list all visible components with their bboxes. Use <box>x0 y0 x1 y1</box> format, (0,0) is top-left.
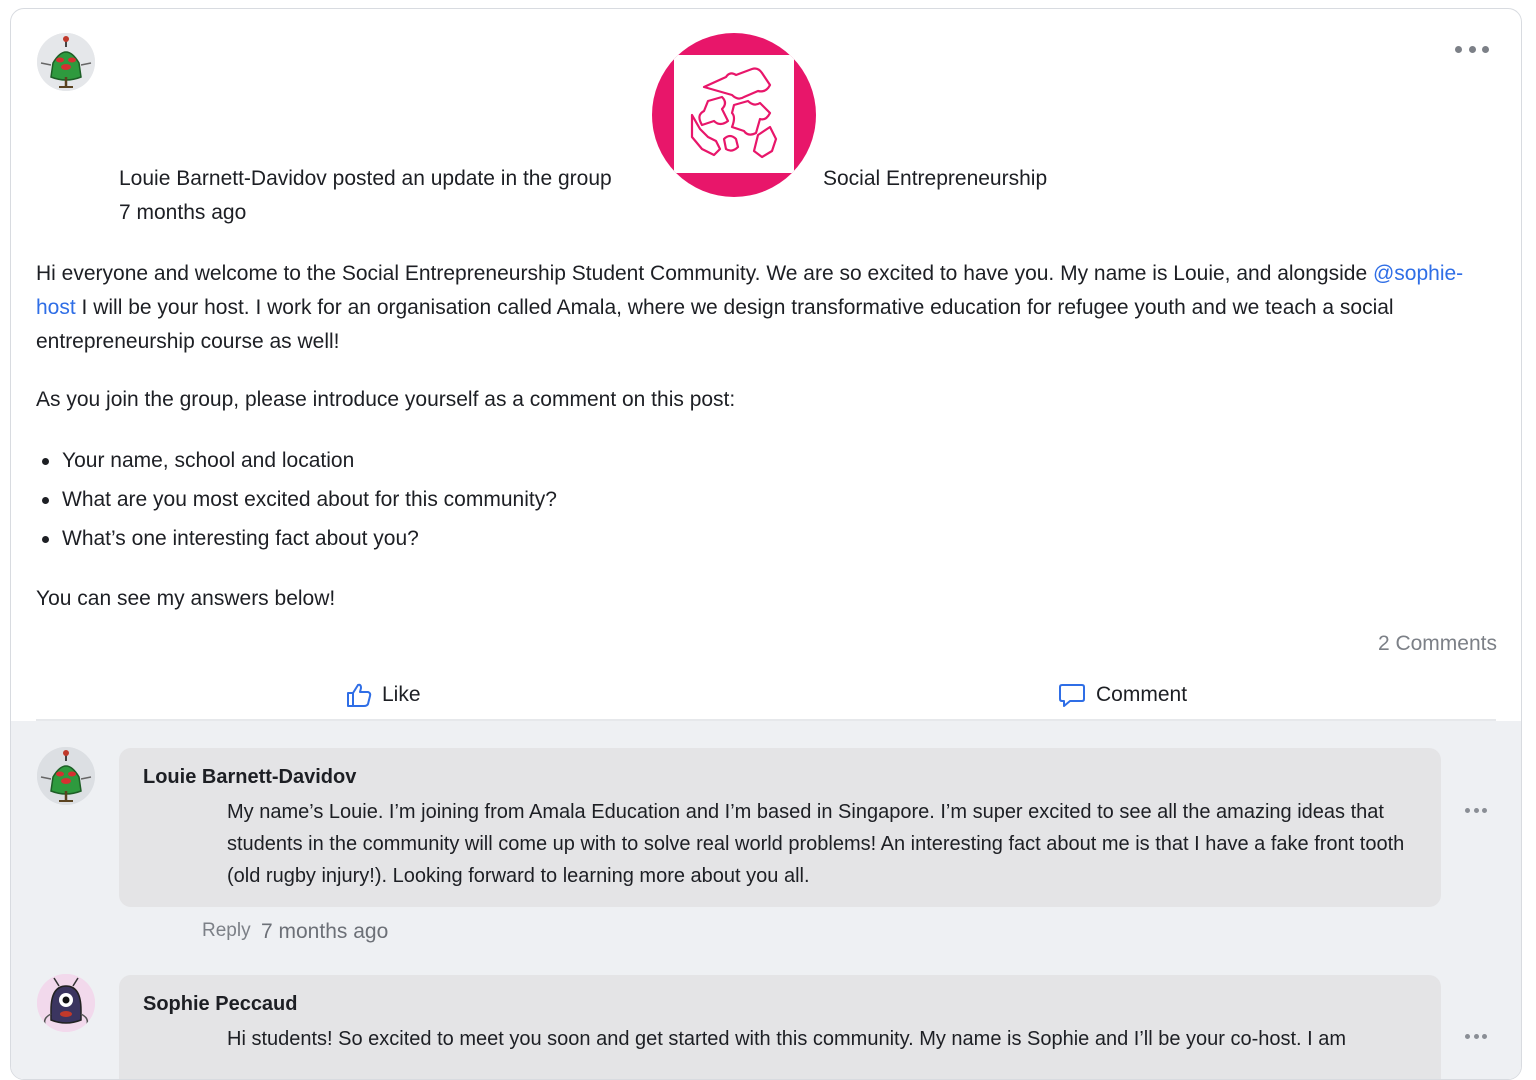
post-author-name[interactable]: Louie Barnett-Davidov <box>119 167 327 190</box>
comment-bubble-icon <box>1059 684 1085 707</box>
comment-text: Hi students! So excited to meet you soon… <box>227 1028 1347 1050</box>
like-label: Like <box>382 683 421 706</box>
post-paragraph: You can see my answers below! <box>36 587 336 610</box>
commenter-avatar[interactable] <box>37 974 95 1032</box>
dot <box>1473 807 1479 813</box>
reply-button[interactable]: Reply <box>202 920 251 942</box>
comment-button[interactable]: Comment <box>1058 677 1187 713</box>
dot <box>1468 45 1476 53</box>
post-more-options[interactable] <box>1455 41 1489 57</box>
comment-author[interactable]: Louie Barnett-Davidov <box>143 766 356 789</box>
puzzle-hands-icon <box>690 67 778 159</box>
dot <box>1482 1033 1487 1039</box>
like-button[interactable]: Like <box>346 677 421 713</box>
body-text-segment: Hi everyone and welcome to the Social En… <box>36 262 1373 285</box>
post-bullet-list: Your name, school and location What are … <box>36 441 1496 558</box>
post-paragraph: As you join the group, please introduce … <box>36 388 736 411</box>
post-header: Louie Barnett-Davidov posted an update i… <box>119 167 612 191</box>
body-text-segment: I will be your host. I work for an organ… <box>36 296 1394 353</box>
thumbs-up-icon <box>347 683 372 707</box>
dot <box>1473 1033 1479 1039</box>
comment-text: My name’s Louie. I’m joining from Amala … <box>227 801 1405 887</box>
dot <box>1465 1033 1470 1039</box>
group-logo-tile <box>674 55 794 173</box>
group-logo[interactable] <box>652 33 816 197</box>
comment-bubble: Sophie Peccaud Hi students! So excited t… <box>119 975 1441 1079</box>
dot <box>1465 807 1470 813</box>
bullet-item: What are you most excited about for this… <box>36 480 1496 519</box>
dot <box>1482 807 1487 813</box>
post-timestamp: 7 months ago <box>119 201 247 224</box>
post-body: Hi everyone and welcome to the Social En… <box>36 257 1496 640</box>
comment-author[interactable]: Sophie Peccaud <box>143 993 298 1016</box>
dot <box>1482 45 1489 53</box>
comment-more-options[interactable] <box>1465 1032 1487 1040</box>
bullet-item: Your name, school and location <box>36 441 1496 480</box>
activity-post-card: Louie Barnett-Davidov posted an update i… <box>10 8 1522 1080</box>
comments-count[interactable]: 2 Comments <box>1378 632 1497 656</box>
post-group-name[interactable]: Social Entrepreneurship <box>823 167 1047 191</box>
comment-bubble: Louie Barnett-Davidov My name’s Louie. I… <box>119 748 1441 907</box>
comment-more-options[interactable] <box>1465 806 1487 814</box>
post-action-text: posted an update in the group <box>332 167 612 190</box>
comment-timestamp: 7 months ago <box>261 920 389 943</box>
commenter-avatar[interactable] <box>37 747 95 805</box>
comment-label: Comment <box>1096 683 1188 706</box>
bullet-item: What’s one interesting fact about you? <box>36 519 1496 558</box>
dot <box>1455 45 1462 53</box>
post-paragraph: Hi everyone and welcome to the Social En… <box>36 257 1496 359</box>
author-avatar[interactable] <box>37 33 95 91</box>
